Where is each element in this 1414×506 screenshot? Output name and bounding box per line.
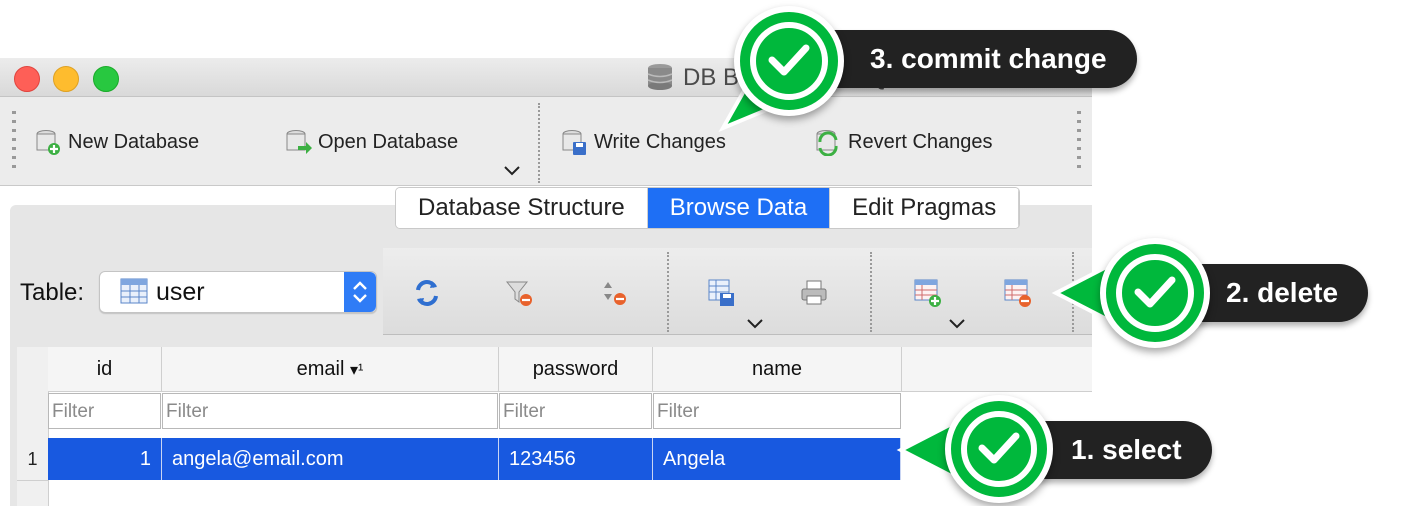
callout-delete: 2. delete	[1050, 236, 1380, 354]
table-cell-name[interactable]: Angela	[653, 438, 901, 480]
open-database-icon	[286, 130, 312, 154]
column-header-email[interactable]: email ▾¹	[162, 347, 499, 392]
checkmark-icon	[978, 432, 1020, 464]
callout-label: 3. commit change	[824, 30, 1137, 88]
refresh-icon[interactable]	[413, 278, 441, 308]
select-stepper-icon[interactable]	[344, 272, 376, 312]
toolbar-separator	[667, 252, 669, 332]
callout-commit-change: 3. commit change	[718, 6, 1148, 136]
chevron-down-icon[interactable]	[503, 165, 521, 177]
open-database-label: Open Database	[318, 130, 459, 153]
row-divider	[17, 480, 48, 481]
row-header-column	[17, 347, 49, 506]
filter-input-email[interactable]: Filter	[162, 393, 498, 429]
column-header-password[interactable]: password	[499, 347, 653, 392]
clear-sorting-icon[interactable]	[601, 278, 629, 308]
table-icon	[120, 278, 148, 304]
new-database-label: New Database	[68, 130, 200, 153]
check-badge	[1100, 238, 1210, 348]
column-header-name[interactable]: name	[653, 347, 902, 392]
chevron-down-icon[interactable]	[746, 318, 764, 330]
callout-label: 1. select	[1035, 421, 1212, 479]
zoom-window-button[interactable]	[93, 66, 119, 92]
table-cell-email[interactable]: angela@email.com	[162, 438, 499, 480]
new-database-button[interactable]: New Database	[34, 127, 199, 157]
main-tabs: Database Structure Browse Data Edit Prag…	[395, 187, 1021, 229]
checkmark-icon	[1134, 276, 1176, 308]
filter-input-id[interactable]: Filter	[48, 393, 161, 429]
table-cell-password[interactable]: 123456	[499, 438, 653, 480]
table-select[interactable]: user	[99, 271, 377, 313]
insert-record-icon[interactable]	[914, 278, 942, 308]
row-number[interactable]: 1	[17, 438, 48, 480]
write-changes-button[interactable]: Write Changes	[560, 127, 726, 157]
checkmark-icon	[768, 44, 810, 76]
callout-select: 1. select	[895, 395, 1225, 506]
tab-browse-data[interactable]: Browse Data	[647, 188, 831, 228]
open-database-button[interactable]: Open Database	[284, 127, 458, 157]
minimize-window-button[interactable]	[53, 66, 79, 92]
check-badge	[734, 6, 844, 116]
toolbar-separator	[538, 103, 540, 183]
filter-input-name[interactable]: Filter	[653, 393, 901, 429]
table-select-value: user	[156, 278, 205, 306]
callout-label: 2. delete	[1190, 264, 1369, 322]
column-header-email-label: email	[296, 358, 345, 380]
write-changes-label: Write Changes	[594, 130, 726, 153]
browse-toolbar	[383, 248, 1092, 335]
toolbar-separator	[870, 252, 872, 332]
sort-descending-icon: ▾¹	[350, 362, 364, 379]
chevron-down-icon[interactable]	[948, 318, 966, 330]
database-app-icon	[647, 64, 673, 90]
table-cell-id[interactable]: 1	[48, 438, 162, 480]
column-header-id[interactable]: id	[48, 347, 162, 392]
write-changes-icon	[562, 130, 586, 155]
print-icon[interactable]	[800, 278, 828, 308]
delete-record-icon[interactable]	[1004, 278, 1032, 308]
check-badge	[945, 395, 1053, 503]
tab-database-structure[interactable]: Database Structure	[396, 188, 648, 228]
save-table-icon[interactable]	[708, 278, 736, 308]
toolbar-grip[interactable]	[12, 111, 16, 171]
tab-edit-pragmas[interactable]: Edit Pragmas	[830, 188, 1020, 228]
close-window-button[interactable]	[14, 66, 40, 92]
new-database-icon	[36, 130, 60, 155]
clear-filters-icon[interactable]	[505, 278, 533, 308]
filter-input-password[interactable]: Filter	[499, 393, 652, 429]
table-label: Table:	[20, 279, 85, 306]
